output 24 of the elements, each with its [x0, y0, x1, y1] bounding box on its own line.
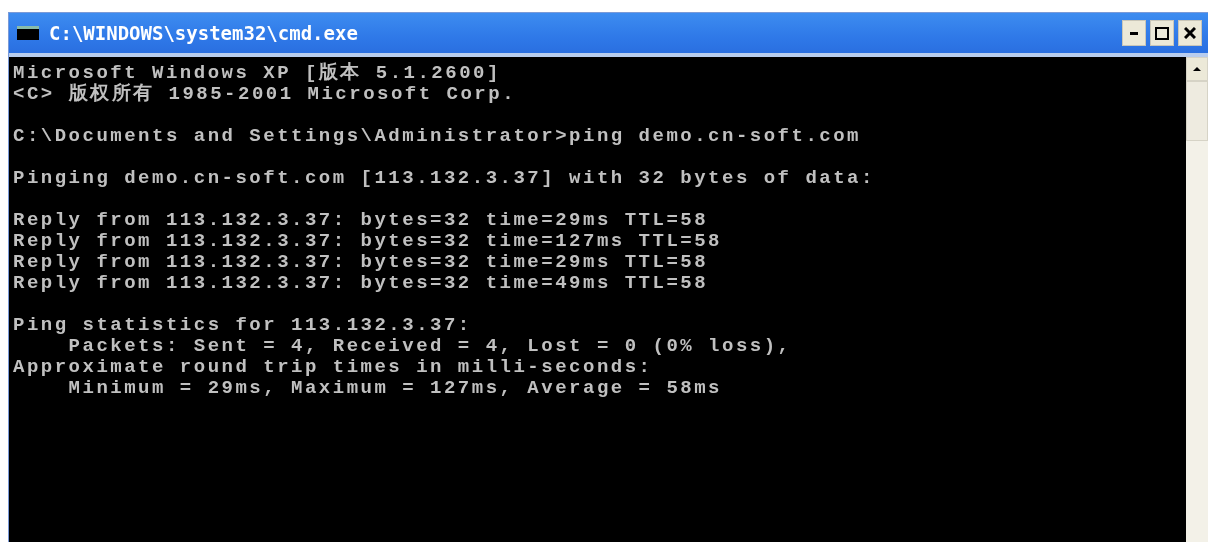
window-title: C:\WINDOWS\system32\cmd.exe — [49, 22, 359, 44]
console-line: Packets: Sent = 4, Received = 4, Lost = 0 (0% loss), — [67, 336, 792, 357]
close-button[interactable] — [1178, 20, 1202, 46]
console-line: Ping statistics for 113.132.3.37: — [13, 315, 472, 336]
console-app-icon — [17, 26, 39, 40]
scroll-thumb[interactable] — [1186, 81, 1208, 141]
console-line: Minimum = 29ms, Maximum = 127ms, Average = 58ms — [67, 378, 722, 399]
console-line: Approximate round trip times in milli-seconds: — [13, 357, 653, 378]
minimize-icon — [1130, 31, 1138, 35]
console-line: Microsoft Windows XP [版本 5.1.2600] — [13, 63, 501, 84]
console-line: <C> 版权所有 1985-2001 Microsoft Corp. — [13, 84, 517, 105]
console-line: C:\Documents and Settings\Administrator>ping demo.cn-soft.com — [13, 126, 861, 147]
console-line: Reply from 113.132.3.37: bytes=32 time=29ms TTL=58 — [13, 252, 709, 273]
up-arrow-icon — [1193, 67, 1201, 71]
maximize-icon — [1155, 26, 1169, 40]
scrollbar[interactable] — [1186, 57, 1208, 542]
console-line: Reply from 113.132.3.37: bytes=32 time=49ms TTL=58 — [13, 273, 709, 294]
close-icon — [1184, 27, 1196, 39]
minimize-button[interactable] — [1122, 20, 1146, 46]
console-line: Pinging demo.cn-soft.com [113.132.3.37] with 32 bytes of data: — [13, 168, 875, 189]
console-line: Reply from 113.132.3.37: bytes=32 time=29ms TTL=58 — [13, 210, 709, 231]
scroll-up-button[interactable] — [1186, 57, 1208, 81]
maximize-button[interactable] — [1150, 20, 1174, 46]
console-line: Reply from 113.132.3.37: bytes=32 time=127ms TTL=58 — [13, 231, 722, 252]
